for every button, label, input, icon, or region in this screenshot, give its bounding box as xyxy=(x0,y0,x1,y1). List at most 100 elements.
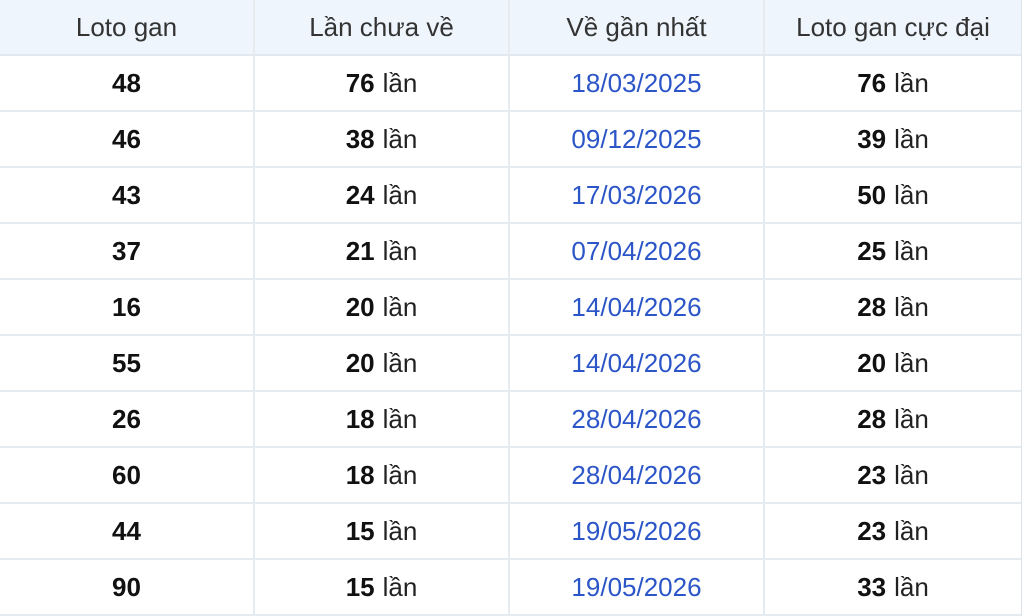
last-seen-cell: 14/04/2026 xyxy=(510,280,765,334)
last-seen-date: 17/03/2026 xyxy=(571,179,702,210)
unit-label: lần xyxy=(382,515,418,546)
max-gap-count: 39 xyxy=(857,123,887,154)
loto-number-cell: 16 xyxy=(0,280,255,334)
loto-number: 43 xyxy=(112,179,141,210)
absent-count: 18 xyxy=(345,403,375,434)
absent-count-cell: 20 lần xyxy=(255,280,510,334)
max-gap-cell: 50 lần xyxy=(765,168,1021,222)
unit-label: lần xyxy=(382,179,418,210)
last-seen-cell: 14/04/2026 xyxy=(510,336,765,390)
max-gap-cell: 39 lần xyxy=(765,112,1021,166)
loto-number: 46 xyxy=(112,123,141,154)
absent-count-cell: 20 lần xyxy=(255,336,510,390)
header-lan-chua-ve: Lần chưa về xyxy=(255,0,510,54)
loto-number: 44 xyxy=(112,515,141,546)
unit-label: lần xyxy=(382,347,418,378)
unit-label: lần xyxy=(382,571,418,602)
table-header-row: Loto gan Lần chưa về Về gần nhất Loto ga… xyxy=(0,0,1021,56)
max-gap-count: 25 xyxy=(857,235,887,266)
loto-number-cell: 46 xyxy=(0,112,255,166)
table-row: 37 21 lần 07/04/2026 25 lần xyxy=(0,224,1021,280)
unit-label: lần xyxy=(382,67,418,98)
last-seen-date: 19/05/2026 xyxy=(571,515,702,546)
unit-label: lần xyxy=(382,459,418,490)
header-loto-gan: Loto gan xyxy=(0,0,255,54)
loto-number: 16 xyxy=(112,291,141,322)
loto-number-cell: 55 xyxy=(0,336,255,390)
last-seen-date: 18/03/2025 xyxy=(571,67,702,98)
table-row: 46 38 lần 09/12/2025 39 lần xyxy=(0,112,1021,168)
absent-count-cell: 15 lần xyxy=(255,504,510,558)
last-seen-date: 07/04/2026 xyxy=(571,235,702,266)
unit-label: lần xyxy=(894,459,929,490)
absent-count: 76 xyxy=(345,67,375,98)
last-seen-date: 19/05/2026 xyxy=(571,571,702,602)
header-ve-gan-nhat: Về gần nhất xyxy=(510,0,765,54)
absent-count: 21 xyxy=(345,235,375,266)
absent-count: 20 xyxy=(345,347,375,378)
max-gap-count: 50 xyxy=(857,179,887,210)
absent-count: 18 xyxy=(345,459,375,490)
max-gap-count: 23 xyxy=(857,515,887,546)
loto-number: 26 xyxy=(112,403,141,434)
absent-count-cell: 38 lần xyxy=(255,112,510,166)
unit-label: lần xyxy=(382,235,418,266)
absent-count: 24 xyxy=(345,179,375,210)
absent-count: 20 xyxy=(345,291,375,322)
absent-count: 15 xyxy=(345,571,375,602)
table-row: 55 20 lần 14/04/2026 20 lần xyxy=(0,336,1021,392)
table-row: 90 15 lần 19/05/2026 33 lần xyxy=(0,560,1021,616)
table-row: 48 76 lần 18/03/2025 76 lần xyxy=(0,56,1021,112)
unit-label: lần xyxy=(894,515,929,546)
max-gap-cell: 20 lần xyxy=(765,336,1021,390)
unit-label: lần xyxy=(894,235,929,266)
absent-count-cell: 24 lần xyxy=(255,168,510,222)
last-seen-date: 14/04/2026 xyxy=(571,291,702,322)
loto-gan-table: Loto gan Lần chưa về Về gần nhất Loto ga… xyxy=(0,0,1022,616)
loto-number-cell: 48 xyxy=(0,56,255,110)
loto-number-cell: 43 xyxy=(0,168,255,222)
max-gap-cell: 23 lần xyxy=(765,448,1021,502)
unit-label: lần xyxy=(894,347,929,378)
last-seen-date: 28/04/2026 xyxy=(571,403,702,434)
last-seen-cell: 19/05/2026 xyxy=(510,504,765,558)
loto-number-cell: 26 xyxy=(0,392,255,446)
unit-label: lần xyxy=(894,123,929,154)
loto-number: 37 xyxy=(112,235,141,266)
unit-label: lần xyxy=(894,403,929,434)
unit-label: lần xyxy=(894,179,929,210)
absent-count: 38 xyxy=(345,123,375,154)
loto-number-cell: 44 xyxy=(0,504,255,558)
table-row: 43 24 lần 17/03/2026 50 lần xyxy=(0,168,1021,224)
last-seen-cell: 09/12/2025 xyxy=(510,112,765,166)
max-gap-count: 28 xyxy=(857,403,887,434)
max-gap-cell: 76 lần xyxy=(765,56,1021,110)
last-seen-cell: 28/04/2026 xyxy=(510,392,765,446)
absent-count-cell: 18 lần xyxy=(255,392,510,446)
absent-count-cell: 15 lần xyxy=(255,560,510,614)
table-row: 60 18 lần 28/04/2026 23 lần xyxy=(0,448,1021,504)
table-row: 16 20 lần 14/04/2026 28 lần xyxy=(0,280,1021,336)
unit-label: lần xyxy=(894,291,929,322)
loto-number-cell: 37 xyxy=(0,224,255,278)
max-gap-cell: 28 lần xyxy=(765,280,1021,334)
max-gap-cell: 25 lần xyxy=(765,224,1021,278)
max-gap-count: 23 xyxy=(857,459,887,490)
unit-label: lần xyxy=(382,123,418,154)
unit-label: lần xyxy=(894,67,929,98)
table-row: 44 15 lần 19/05/2026 23 lần xyxy=(0,504,1021,560)
max-gap-count: 33 xyxy=(857,571,887,602)
last-seen-date: 14/04/2026 xyxy=(571,347,702,378)
max-gap-count: 28 xyxy=(857,291,887,322)
absent-count-cell: 18 lần xyxy=(255,448,510,502)
absent-count: 15 xyxy=(345,515,375,546)
absent-count-cell: 76 lần xyxy=(255,56,510,110)
last-seen-cell: 28/04/2026 xyxy=(510,448,765,502)
last-seen-date: 28/04/2026 xyxy=(571,459,702,490)
last-seen-cell: 19/05/2026 xyxy=(510,560,765,614)
max-gap-count: 20 xyxy=(857,347,887,378)
unit-label: lần xyxy=(382,403,418,434)
last-seen-date: 09/12/2025 xyxy=(571,123,702,154)
max-gap-cell: 23 lần xyxy=(765,504,1021,558)
max-gap-cell: 28 lần xyxy=(765,392,1021,446)
